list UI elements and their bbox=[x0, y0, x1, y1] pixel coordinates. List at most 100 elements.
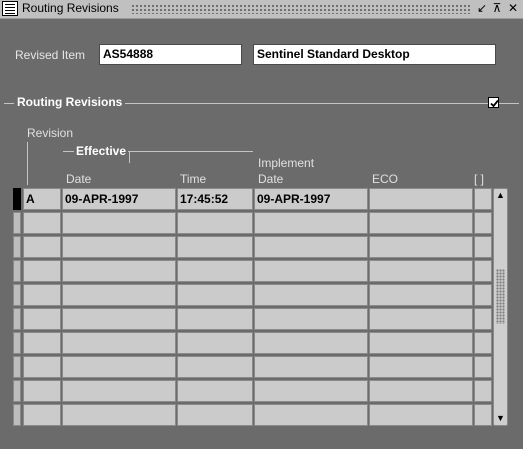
row-selector[interactable] bbox=[13, 284, 21, 306]
eff-time-cell[interactable] bbox=[177, 404, 253, 426]
effective-header: Effective bbox=[74, 144, 129, 158]
title-bar[interactable]: Routing Revisions ↙ ⊼ ✕ bbox=[0, 0, 523, 19]
eff-time-cell[interactable]: 17:45:52 bbox=[177, 188, 253, 210]
time-header: Time bbox=[180, 172, 207, 186]
section-checkbox[interactable] bbox=[488, 97, 499, 108]
eco-cell[interactable] bbox=[369, 332, 473, 354]
row-selector[interactable] bbox=[13, 236, 21, 258]
revision-cell[interactable] bbox=[23, 404, 61, 426]
row-selector[interactable] bbox=[13, 260, 21, 282]
impl-date-cell[interactable] bbox=[254, 404, 368, 426]
scroll-up-icon[interactable]: ▲ bbox=[495, 190, 506, 201]
table-row[interactable] bbox=[13, 308, 493, 332]
eff-time-cell[interactable] bbox=[177, 308, 253, 330]
eco-header: ECO bbox=[372, 172, 399, 186]
scrollbar-thumb[interactable] bbox=[496, 269, 505, 324]
more-cell[interactable] bbox=[474, 188, 492, 210]
revision-cell[interactable] bbox=[23, 260, 61, 282]
impl-date-cell[interactable] bbox=[254, 332, 368, 354]
more-cell[interactable] bbox=[474, 356, 492, 378]
revision-cell[interactable]: A bbox=[23, 188, 61, 210]
table-row[interactable] bbox=[13, 284, 493, 308]
more-cell[interactable] bbox=[474, 380, 492, 402]
impl-date-cell[interactable] bbox=[254, 284, 368, 306]
eff-time-cell[interactable] bbox=[177, 212, 253, 234]
implement-header: Implement bbox=[258, 156, 315, 170]
scroll-down-icon[interactable]: ▼ bbox=[495, 413, 506, 424]
maximize-icon[interactable]: ⊼ bbox=[489, 1, 505, 16]
eco-cell[interactable] bbox=[369, 380, 473, 402]
revision-cell[interactable] bbox=[23, 236, 61, 258]
table-row[interactable] bbox=[13, 356, 493, 380]
eff-time-cell[interactable] bbox=[177, 236, 253, 258]
more-cell[interactable] bbox=[474, 332, 492, 354]
table-row[interactable]: A 09-APR-1997 17:45:52 09-APR-1997 bbox=[13, 188, 493, 212]
revision-cell[interactable] bbox=[23, 332, 61, 354]
revision-cell[interactable] bbox=[23, 380, 61, 402]
more-cell[interactable] bbox=[474, 284, 492, 306]
revision-cell[interactable] bbox=[23, 308, 61, 330]
impl-date-cell[interactable] bbox=[254, 212, 368, 234]
more-cell[interactable] bbox=[474, 212, 492, 234]
close-icon[interactable]: ✕ bbox=[505, 1, 521, 16]
eff-time-cell[interactable] bbox=[177, 332, 253, 354]
table-row[interactable] bbox=[13, 404, 493, 428]
checkmark-icon bbox=[490, 99, 499, 108]
row-selector[interactable] bbox=[13, 188, 21, 210]
eco-cell[interactable] bbox=[369, 356, 473, 378]
revised-item-field[interactable]: AS54888 bbox=[99, 44, 242, 65]
eff-date-cell[interactable] bbox=[62, 308, 176, 330]
eff-date-cell[interactable] bbox=[62, 260, 176, 282]
revision-cell[interactable] bbox=[23, 284, 61, 306]
eff-time-cell[interactable] bbox=[177, 260, 253, 282]
eff-date-cell[interactable] bbox=[62, 284, 176, 306]
eff-time-cell[interactable] bbox=[177, 380, 253, 402]
eff-date-cell[interactable] bbox=[62, 236, 176, 258]
impl-date-cell[interactable] bbox=[254, 236, 368, 258]
table-row[interactable] bbox=[13, 236, 493, 260]
table-row[interactable] bbox=[13, 332, 493, 356]
eco-cell[interactable] bbox=[369, 284, 473, 306]
eco-cell[interactable] bbox=[369, 188, 473, 210]
eff-date-cell[interactable] bbox=[62, 332, 176, 354]
impl-date-cell[interactable] bbox=[254, 356, 368, 378]
eco-cell[interactable] bbox=[369, 308, 473, 330]
revision-cell[interactable] bbox=[23, 356, 61, 378]
impl-date-cell[interactable] bbox=[254, 308, 368, 330]
more-cell[interactable] bbox=[474, 404, 492, 426]
row-selector[interactable] bbox=[13, 356, 21, 378]
eff-date-cell[interactable] bbox=[62, 356, 176, 378]
eco-cell[interactable] bbox=[369, 404, 473, 426]
more-cell[interactable] bbox=[474, 236, 492, 258]
row-selector[interactable] bbox=[13, 404, 21, 426]
minimize-icon[interactable]: ↙ bbox=[474, 1, 490, 16]
eff-time-cell[interactable] bbox=[177, 356, 253, 378]
revision-cell[interactable] bbox=[23, 212, 61, 234]
row-selector[interactable] bbox=[13, 332, 21, 354]
eff-date-cell[interactable] bbox=[62, 380, 176, 402]
eff-time-cell[interactable] bbox=[177, 284, 253, 306]
app-icon[interactable] bbox=[2, 1, 18, 16]
eco-cell[interactable] bbox=[369, 212, 473, 234]
eco-cell[interactable] bbox=[369, 260, 473, 282]
table-row[interactable] bbox=[13, 212, 493, 236]
eff-date-cell[interactable] bbox=[62, 212, 176, 234]
vertical-scrollbar[interactable]: ▲ ▼ bbox=[493, 188, 508, 426]
revision-bracket-line bbox=[27, 142, 28, 185]
eco-cell[interactable] bbox=[369, 236, 473, 258]
row-selector[interactable] bbox=[13, 380, 21, 402]
table-row[interactable] bbox=[13, 260, 493, 284]
impl-date-cell[interactable] bbox=[254, 260, 368, 282]
item-description-field[interactable]: Sentinel Standard Desktop bbox=[253, 44, 496, 65]
row-selector[interactable] bbox=[13, 308, 21, 330]
row-selector[interactable] bbox=[13, 212, 21, 234]
table-row[interactable] bbox=[13, 380, 493, 404]
more-cell[interactable] bbox=[474, 308, 492, 330]
more-cell[interactable] bbox=[474, 260, 492, 282]
eff-date-cell[interactable]: 09-APR-1997 bbox=[62, 188, 176, 210]
impl-date-cell[interactable]: 09-APR-1997 bbox=[254, 188, 368, 210]
eff-date-cell[interactable] bbox=[62, 404, 176, 426]
window-title: Routing Revisions bbox=[22, 1, 119, 15]
revised-item-label: Revised Item bbox=[15, 48, 86, 62]
impl-date-cell[interactable] bbox=[254, 380, 368, 402]
